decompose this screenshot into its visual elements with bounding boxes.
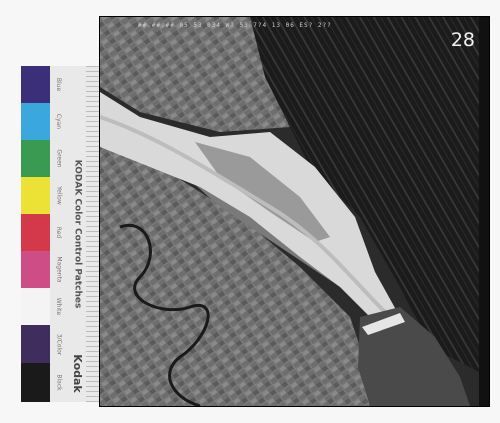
patch-label-red: Red — [55, 226, 63, 239]
aerial-photo: ##.##.## 05 53 034 W? 53 7?4 13 06 ES? 2… — [99, 16, 490, 407]
patch-label-blue: Blue — [55, 77, 63, 92]
color-patch-red — [21, 214, 50, 251]
color-patch-green — [21, 140, 50, 177]
color-control-strip: Blue Cyan Green Yellow Red Magenta White… — [21, 66, 99, 402]
patch-label-magenta: Magenta — [55, 256, 63, 283]
color-patch-blue — [21, 66, 50, 103]
patch-label-green: Green — [55, 149, 63, 168]
aerial-terrain — [100, 17, 489, 406]
patch-label-cyan: Cyan — [55, 113, 63, 130]
color-patch-white — [21, 288, 50, 325]
patch-label-white: White — [55, 297, 63, 316]
kodak-logo: Kodak — [70, 353, 84, 393]
patch-label-black: Black — [55, 374, 63, 391]
scan-area: Blue Cyan Green Yellow Red Magenta White… — [0, 0, 500, 423]
color-patch-cyan — [21, 103, 50, 140]
strip-ruler — [86, 66, 99, 402]
patch-label-yellow: Yellow — [55, 186, 63, 205]
color-patch-3-color — [21, 325, 50, 363]
frame-number: 28 — [450, 29, 475, 51]
color-patch-yellow — [21, 177, 50, 214]
photo-header-text: ##.##.## 05 53 034 W? 53 7?4 13 06 ES? 2… — [138, 22, 332, 29]
color-patch-black — [21, 363, 50, 402]
patch-label-3-color: 3/Color — [55, 333, 63, 355]
color-patch-magenta — [21, 251, 50, 288]
